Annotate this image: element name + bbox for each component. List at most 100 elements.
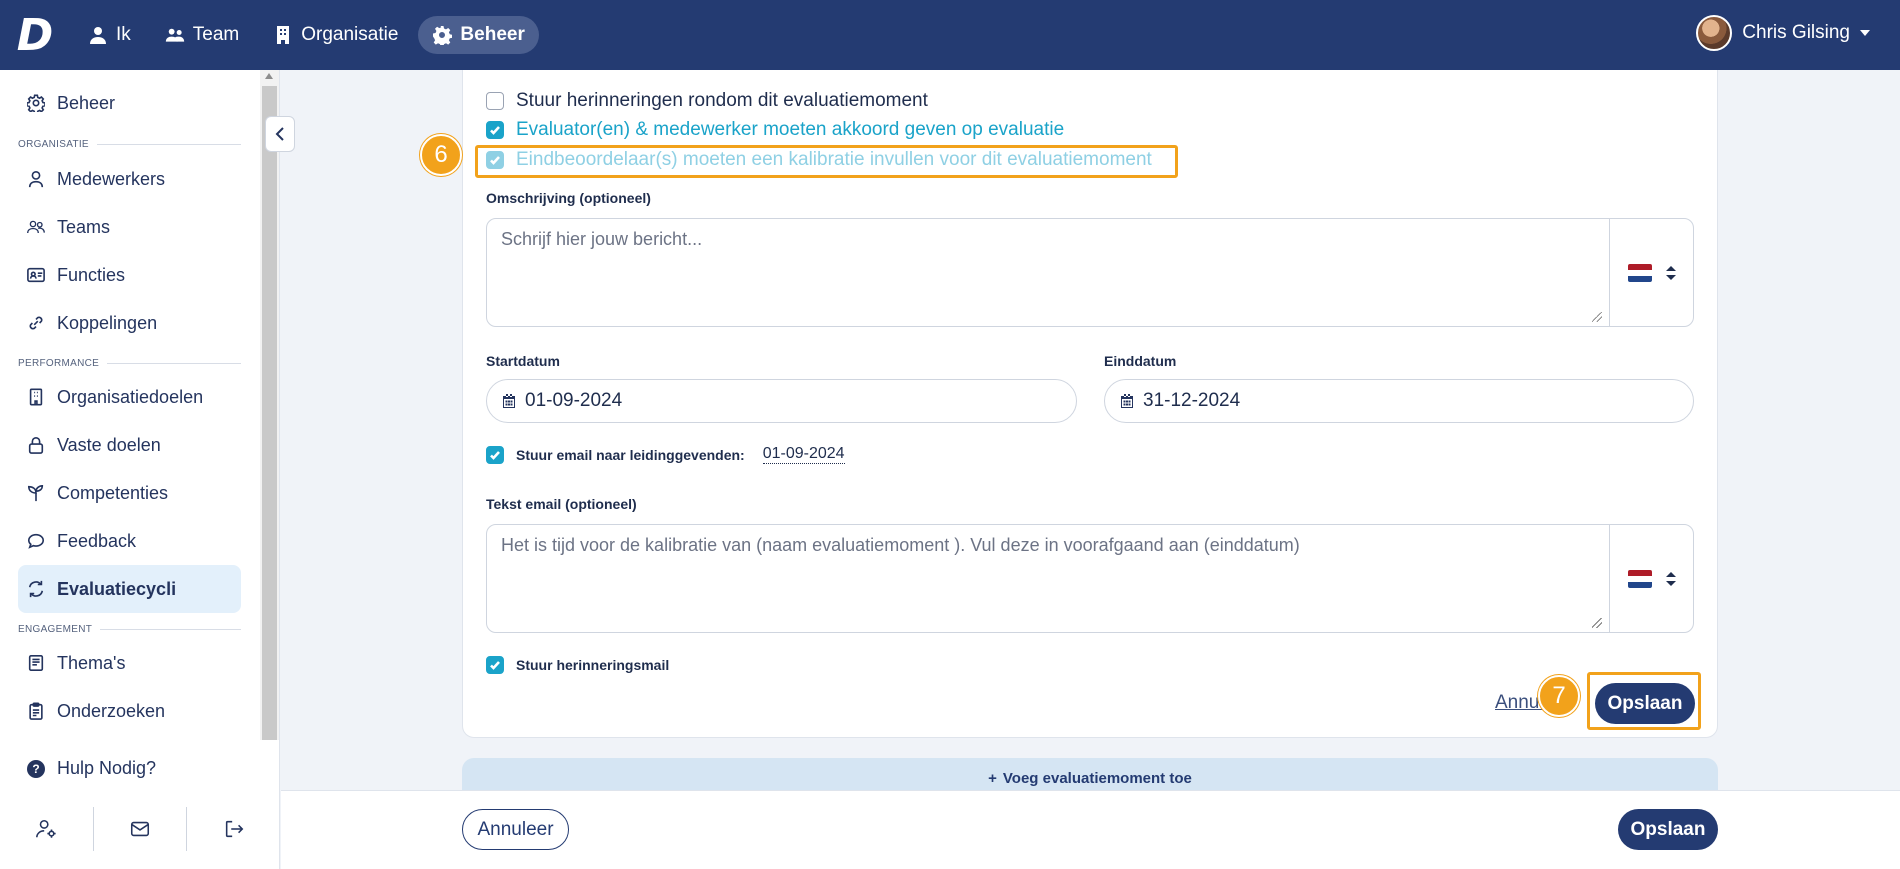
profile-settings-button[interactable] <box>0 807 93 851</box>
help-label: Hulp Nodig? <box>57 758 157 778</box>
sidebar-menu: Beheer ORGANISATIE Medewerkers Teams Fun… <box>0 70 260 740</box>
nav-item-label: Team <box>192 24 240 45</box>
sidebar-item-label: Beheer <box>57 92 116 113</box>
gear-icon <box>27 94 45 112</box>
plus-icon: + <box>988 769 997 787</box>
envelope-icon <box>130 821 150 836</box>
users-icon <box>165 28 184 42</box>
sort-arrows-icon <box>1665 571 1676 586</box>
building-icon <box>277 26 290 44</box>
sidebar-item-onderzoeken[interactable]: Onderzoeken <box>18 687 241 735</box>
user-menu[interactable]: Chris Gilsing <box>1696 15 1870 51</box>
sidebar-item-organisatiedoelen[interactable]: Organisatiedoelen <box>18 373 241 421</box>
step-marker-6: 6 <box>420 134 462 176</box>
sidebar-item-medewerkers[interactable]: Medewerkers <box>18 155 241 203</box>
description-textarea[interactable]: Schrijf hier jouw bericht... <box>486 218 1694 327</box>
sidebar-item-functies[interactable]: Functies <box>18 251 241 299</box>
checkbox[interactable] <box>486 656 504 674</box>
save-button[interactable]: Opslaan <box>1618 809 1718 850</box>
app-logo[interactable]: D <box>0 0 70 70</box>
email-text-label: Tekst email (optioneel) <box>486 496 637 512</box>
sidebar-item-competenties[interactable]: Competenties <box>18 469 241 517</box>
checkbox[interactable] <box>486 151 504 169</box>
start-date-label: Startdatum <box>486 353 560 369</box>
check-icon <box>490 156 500 165</box>
email-text-textarea[interactable]: Het is tijd voor de kalibratie van (naam… <box>486 524 1694 633</box>
user-settings-icon <box>36 819 56 838</box>
chevron-left-icon <box>275 127 284 141</box>
sidebar-item-feedback[interactable]: Feedback <box>18 517 241 565</box>
checkbox-label: Evaluator(en) & medewerker moeten akkoor… <box>516 119 1065 140</box>
nav-item-organisatie[interactable]: Organisatie <box>259 16 412 54</box>
nav-item-label: Organisatie <box>301 24 399 45</box>
sidebar: Beheer ORGANISATIE Medewerkers Teams Fun… <box>0 70 280 869</box>
question-icon: ? <box>27 759 45 778</box>
messages-button[interactable] <box>92 806 187 851</box>
main-nav: Ik Team Organisatie Beheer <box>74 16 539 54</box>
resize-handle-icon[interactable] <box>1592 312 1602 322</box>
sidebar-item-label: Competenties <box>57 482 169 503</box>
email-managers-date[interactable]: 01-09-2024 <box>762 445 845 464</box>
language-select[interactable] <box>1609 219 1693 326</box>
sort-arrows-icon <box>1665 265 1676 280</box>
sidebar-item-evaluatiecycli[interactable]: Evaluatiecycli <box>18 565 241 613</box>
collapse-sidebar-button[interactable] <box>265 116 295 152</box>
check-icon <box>490 661 500 670</box>
checkbox-reminder-mail[interactable]: Stuur herinneringsmail <box>486 656 669 674</box>
building-icon <box>29 388 43 406</box>
nav-item-label: Ik <box>116 24 131 45</box>
sidebar-section-organisatie: ORGANISATIE <box>18 139 241 150</box>
clipboard-icon <box>29 702 43 720</box>
checkbox-label: Stuur herinneringen rondom dit evaluatie… <box>516 90 928 111</box>
checkbox-send-reminders[interactable]: Stuur herinneringen rondom dit evaluatie… <box>486 90 928 112</box>
sidebar-item-teams[interactable]: Teams <box>18 203 241 251</box>
resize-handle-icon[interactable] <box>1592 618 1602 628</box>
sidebar-item-label: Thema's <box>57 652 126 673</box>
checkbox-approval-required[interactable]: Evaluator(en) & medewerker moeten akkoor… <box>486 119 1064 141</box>
scrollbar-thumb[interactable] <box>262 86 277 740</box>
step-marker-7: 7 <box>1538 675 1580 717</box>
nav-item-label: Beheer <box>460 24 525 45</box>
users-icon <box>27 220 45 234</box>
sidebar-item-vaste-doelen[interactable]: Vaste doelen <box>18 421 241 469</box>
logout-icon <box>225 820 244 837</box>
checkbox-calibration-required[interactable]: Eindbeoordelaar(s) moeten een kalibratie… <box>486 149 1152 171</box>
checkbox[interactable] <box>486 445 504 464</box>
sidebar-item-themas[interactable]: Thema's <box>18 639 241 687</box>
sidebar-section-engagement: ENGAGEMENT <box>18 624 241 635</box>
top-navigation-bar: D Ik Team Organisatie Beheer Chris Gilsi… <box>0 0 1900 70</box>
refresh-icon <box>28 580 44 598</box>
checkbox[interactable] <box>486 121 504 139</box>
calendar-icon <box>503 394 515 408</box>
sidebar-item-label: Medewerkers <box>57 168 166 189</box>
sidebar-item-label: Teams <box>57 216 111 237</box>
checkbox-label: Eindbeoordelaar(s) moeten een kalibratie… <box>516 149 1152 170</box>
checkbox[interactable] <box>486 92 504 110</box>
check-icon <box>490 126 500 135</box>
person-icon <box>90 27 106 44</box>
save-moment-button[interactable]: Opslaan <box>1595 683 1695 724</box>
sidebar-section-performance: PERFORMANCE <box>18 358 241 369</box>
nav-item-team[interactable]: Team <box>151 16 253 54</box>
help-link[interactable]: ? Hulp Nodig? <box>27 758 156 779</box>
check-icon <box>490 450 500 460</box>
sidebar-scrollbar[interactable] <box>260 70 279 740</box>
sidebar-item-beheer[interactable]: Beheer <box>18 79 241 127</box>
sidebar-item-koppelingen[interactable]: Koppelingen <box>18 299 241 347</box>
lock-icon <box>28 437 44 454</box>
cancel-button[interactable]: Annuleer <box>462 809 569 850</box>
checkbox-label: Stuur herinneringsmail <box>516 657 670 673</box>
language-select[interactable] <box>1609 525 1693 632</box>
checkbox-email-managers[interactable]: Stuur email naar leidinggevenden: 01-09-… <box>486 445 845 464</box>
logout-button[interactable] <box>186 806 280 851</box>
nav-item-ik[interactable]: Ik <box>74 16 145 54</box>
link-icon <box>29 316 43 330</box>
start-date-value: 01-09-2024 <box>525 390 623 411</box>
add-moment-label: Voeg evaluatiemoment toe <box>1002 769 1192 787</box>
sidebar-item-label: Vaste doelen <box>57 434 161 455</box>
user-icon <box>28 170 44 188</box>
scroll-up-arrow-icon[interactable] <box>265 73 273 79</box>
nav-item-beheer[interactable]: Beheer <box>418 16 539 54</box>
end-date-input[interactable]: 31-12-2024 <box>1104 379 1694 423</box>
start-date-input[interactable]: 01-09-2024 <box>486 379 1077 423</box>
